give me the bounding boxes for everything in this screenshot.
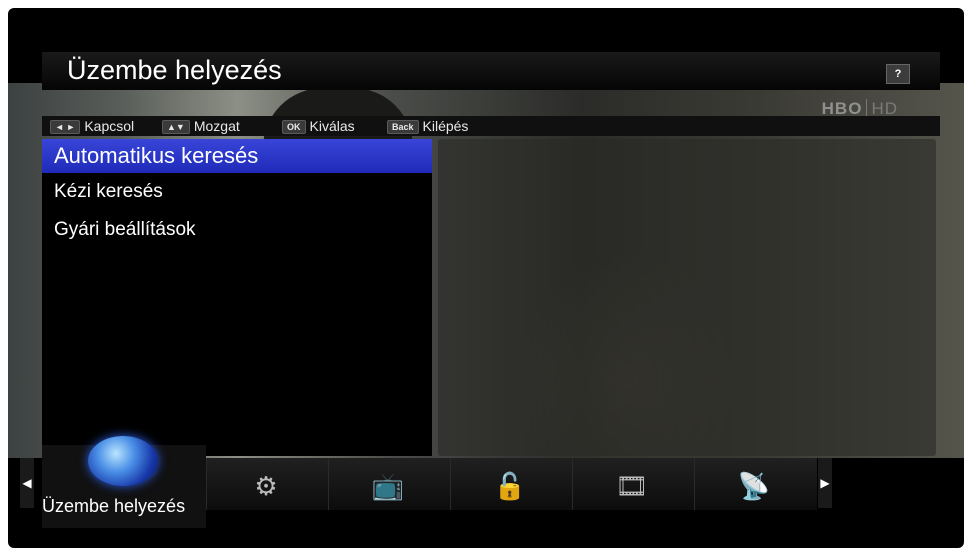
nav-right-arrow-icon[interactable]: ▶ [818, 458, 832, 508]
key-hint-select: OK Kiválas [282, 119, 355, 134]
left-right-key-icon: ◄ ► [50, 120, 81, 134]
globe-icon [88, 436, 158, 486]
title-bar: Üzembe helyezés ? [42, 52, 940, 90]
gear-icon: ⚙ [254, 471, 278, 501]
key-hint-bar: ◄ ► Kapcsol ▲▼ Mozgat OK Kiválas Back Kilépé… [42, 116, 940, 136]
media-icon: 🎞 [615, 471, 649, 501]
key-hint-exit: Back Kilépés [387, 119, 468, 134]
menu-item-manual-search[interactable]: Kézi keresés [42, 175, 432, 209]
up-down-key-icon: ▲▼ [162, 120, 190, 134]
tv-icon: 📺 [371, 471, 405, 501]
preview-panel [438, 139, 936, 456]
satellite-icon: 📡 [737, 471, 771, 501]
ok-key-icon: OK [282, 120, 306, 134]
menu-item-automatic-search[interactable]: Automatikus keresés [42, 139, 432, 173]
lock-icon: 🔓 [493, 471, 527, 501]
tv-screen: HBO HD Üzembe helyezés ? ◄ ► Kapcsol ▲▼ Moz… [8, 8, 964, 548]
key-hint-move: ▲▼ Mozgat [162, 119, 240, 134]
installation-menu: Automatikus keresés Kézi keresés Gyári b… [42, 139, 432, 456]
key-hint-toggle: ◄ ► Kapcsol [50, 119, 134, 134]
help-button[interactable]: ? [886, 64, 910, 84]
nav-left-arrow-icon[interactable]: ◀ [20, 458, 34, 508]
back-key-icon: Back [387, 120, 419, 134]
menu-item-factory-settings[interactable]: Gyári beállítások [42, 213, 432, 247]
active-tab-label: Üzembe helyezés [42, 496, 186, 516]
page-title: Üzembe helyezés [67, 55, 282, 85]
